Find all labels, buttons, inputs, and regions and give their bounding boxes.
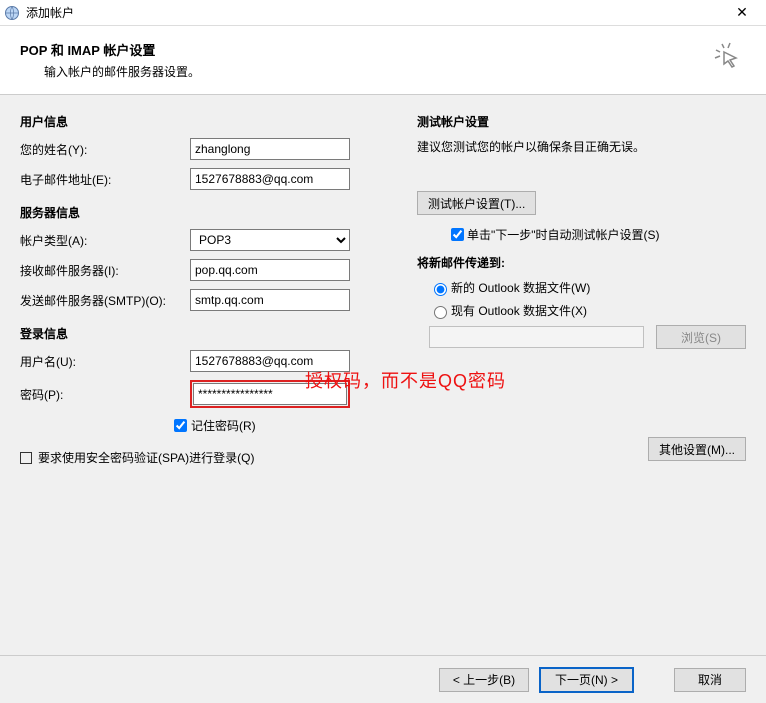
dialog-body: 用户信息 您的姓名(Y): 电子邮件地址(E): 服务器信息 帐户类型(A): … <box>0 95 766 655</box>
other-settings-button[interactable]: 其他设置(M)... <box>648 437 746 461</box>
auto-test-checkbox[interactable] <box>451 228 464 241</box>
email-input[interactable] <box>190 168 350 190</box>
auto-test-label: 单击"下一步"时自动测试帐户设置(S) <box>467 226 660 243</box>
cancel-button[interactable]: 取消 <box>674 668 746 692</box>
close-button[interactable]: ✕ <box>722 4 762 21</box>
outgoing-server-label: 发送邮件服务器(SMTP)(O): <box>20 292 190 309</box>
test-settings-desc: 建议您测试您的帐户以确保条目正确无误。 <box>417 138 746 155</box>
user-info-title: 用户信息 <box>20 113 397 130</box>
radio-new-datafile[interactable] <box>434 283 447 296</box>
incoming-server-label: 接收邮件服务器(I): <box>20 262 190 279</box>
radio-new-label: 新的 Outlook 数据文件(W) <box>451 279 590 296</box>
username-label: 用户名(U): <box>20 353 190 370</box>
test-settings-title: 测试帐户设置 <box>417 113 746 130</box>
spa-row[interactable]: 要求使用安全密码验证(SPA)进行登录(Q) <box>20 449 397 466</box>
server-info-title: 服务器信息 <box>20 204 397 221</box>
test-account-button[interactable]: 测试帐户设置(T)... <box>417 191 536 215</box>
app-icon <box>4 5 20 21</box>
account-type-select[interactable]: POP3 <box>190 229 350 251</box>
header-subtitle: 输入帐户的邮件服务器设置。 <box>44 63 746 80</box>
auto-test-row[interactable]: 单击"下一步"时自动测试帐户设置(S) <box>447 225 746 244</box>
password-label: 密码(P): <box>20 386 190 403</box>
radio-new-row[interactable]: 新的 Outlook 数据文件(W) <box>429 279 746 296</box>
datafile-path-input[interactable] <box>429 326 644 348</box>
account-type-label: 帐户类型(A): <box>20 232 190 249</box>
remember-password-row[interactable]: 记住密码(R) <box>170 416 397 435</box>
incoming-server-input[interactable] <box>190 259 350 281</box>
browse-button[interactable]: 浏览(S) <box>656 325 746 349</box>
email-label: 电子邮件地址(E): <box>20 171 190 188</box>
dialog-header: POP 和 IMAP 帐户设置 输入帐户的邮件服务器设置。 <box>0 26 766 95</box>
header-title: POP 和 IMAP 帐户设置 <box>20 40 746 59</box>
window-title: 添加帐户 <box>26 4 722 21</box>
click-cursor-icon <box>712 40 744 72</box>
titlebar: 添加帐户 ✕ <box>0 0 766 26</box>
left-column: 用户信息 您的姓名(Y): 电子邮件地址(E): 服务器信息 帐户类型(A): … <box>20 113 397 466</box>
radio-existing-datafile[interactable] <box>434 306 447 319</box>
radio-existing-label: 现有 Outlook 数据文件(X) <box>451 302 587 319</box>
name-input[interactable] <box>190 138 350 160</box>
back-button[interactable]: < 上一步(B) <box>439 668 529 692</box>
name-label: 您的姓名(Y): <box>20 141 190 158</box>
spa-checkbox[interactable] <box>20 452 32 464</box>
outgoing-server-input[interactable] <box>190 289 350 311</box>
next-button[interactable]: 下一页(N) > <box>539 667 634 693</box>
remember-password-checkbox[interactable] <box>174 419 187 432</box>
spa-label: 要求使用安全密码验证(SPA)进行登录(Q) <box>38 449 254 466</box>
right-column: 测试帐户设置 建议您测试您的帐户以确保条目正确无误。 测试帐户设置(T)... … <box>397 113 746 466</box>
radio-existing-row[interactable]: 现有 Outlook 数据文件(X) <box>429 302 746 319</box>
login-info-title: 登录信息 <box>20 325 397 342</box>
dialog-footer: < 上一步(B) 下一页(N) > 取消 <box>0 655 766 703</box>
deliver-title: 将新邮件传递到: <box>417 254 746 271</box>
remember-password-label: 记住密码(R) <box>191 417 256 434</box>
annotation-text: 授权码，而不是QQ密码 <box>305 367 506 393</box>
